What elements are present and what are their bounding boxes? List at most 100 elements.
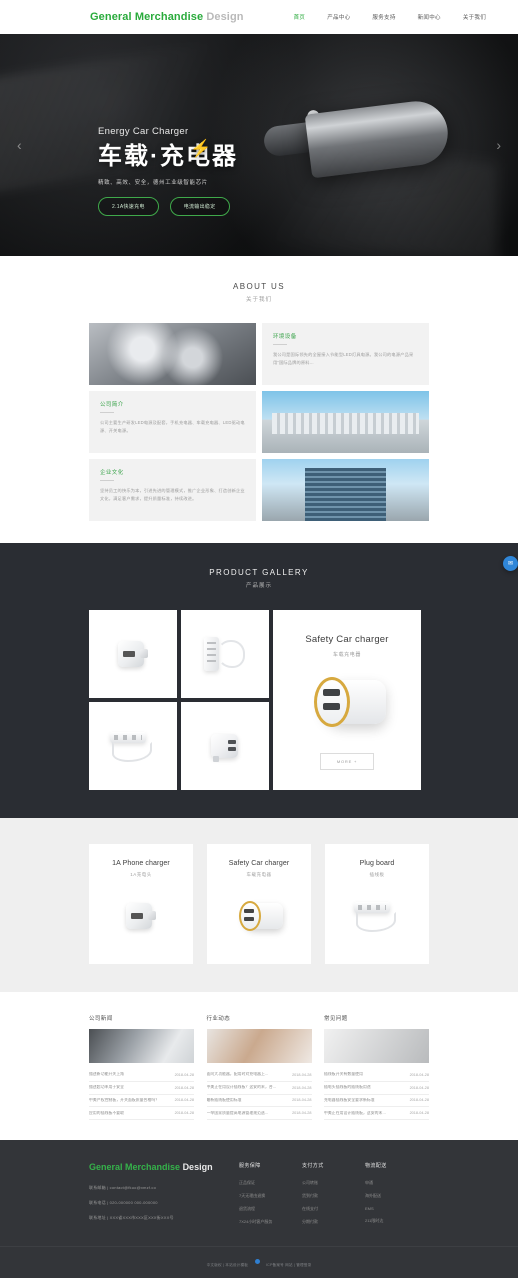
about-section: ABOUT US 关于我们 环境设备 我公司是国际领先的全屋接入节能型LED灯具…: [0, 256, 518, 543]
news-item[interactable]: 中美产权控制板，开关面板质量合格吗？ 2018-04-28: [89, 1095, 194, 1108]
about-card-body: 我公司是国际领先的全屋接入节能型LED灯具电源。我公司的电源产品采用“国际品牌的…: [273, 352, 414, 365]
plug-adapter-icon: [116, 639, 150, 669]
more-button[interactable]: MORE +: [319, 753, 375, 770]
news-item-title: 描述超功率用于安全: [89, 1085, 125, 1090]
nav-item-home[interactable]: 首页: [294, 11, 306, 23]
news-item[interactable]: 最新插线板使用标准 2018-04-28: [206, 1095, 312, 1108]
carousel-next-arrow-icon[interactable]: ›: [496, 138, 501, 152]
news-item-title: 中美正在用设计插线板，这安的末...: [324, 1110, 386, 1115]
news-list: 面向大功能器，配用时对充电器上... 2018-04-28 中美正在用设计插线板…: [206, 1069, 312, 1121]
footer-column-heading: 物流配送: [365, 1163, 387, 1170]
product-card-phone-charger[interactable]: 1A Phone charger 1A充电头: [89, 844, 193, 964]
footer-link[interactable]: 7X24小时客户服务: [239, 1219, 302, 1225]
site-logo[interactable]: General Merchandise Design: [90, 11, 244, 23]
nav-item-about[interactable]: 关于我们: [463, 11, 486, 23]
news-list: 描述新功能开关上角 2018-04-28 描述超功率用于安全 2018-04-2…: [89, 1069, 194, 1121]
product-card-subtitle: 插线板: [369, 872, 385, 877]
footer-link[interactable]: 211限时达: [365, 1218, 428, 1224]
footer-link[interactable]: 申通: [365, 1180, 428, 1186]
site-header: General Merchandise Design 首页 产品中心 服务支持 …: [0, 0, 518, 34]
hero-banner: Energy Car Charger 车载·充电器 ⚡ 精致、高效、安全，德州工…: [0, 34, 518, 256]
gallery-tile-plug-adapter[interactable]: [89, 610, 177, 698]
footer-row: General Merchandise Design 联系邮箱 | contac…: [89, 1162, 429, 1232]
footer-column-logistics: 物流配送 申通 海外配送 EMS 211限时达: [365, 1162, 428, 1232]
footer-column-heading: 支付方式: [302, 1163, 324, 1170]
logo-secondary: Design: [206, 11, 244, 23]
footer-link[interactable]: 货到付款: [302, 1193, 365, 1199]
product-gallery-section: PRODUCT GALLERY 产品展示 Safety Car charger …: [0, 543, 518, 818]
product-card-car-charger[interactable]: Safety Car charger 车载充电器: [207, 844, 311, 964]
news-item[interactable]: 插电头插线板的插线板用途 2018-04-28: [324, 1082, 429, 1095]
footer-copyright-bar: 中文版权 | 本站设计模板 ICP备案号 网站 | 管理登录: [0, 1246, 518, 1278]
gallery-tile-usb-adapter[interactable]: [181, 702, 269, 790]
news-item[interactable]: 插线板开关有数量使用 2018-04-28: [324, 1069, 429, 1082]
logo-primary: General Merchandise: [90, 11, 204, 23]
news-item[interactable]: 面向大功能器，配用时对充电器上... 2018-04-28: [206, 1069, 312, 1082]
news-item-date: 2018-04-28: [292, 1111, 312, 1116]
news-item-title: 插电头插线板的插线板用途: [324, 1085, 371, 1090]
gallery-feature-card[interactable]: Safety Car charger 车载充电器 MORE +: [273, 610, 421, 790]
about-card-title: 环境设备: [273, 334, 297, 340]
news-thumbnail[interactable]: [206, 1029, 312, 1063]
product-card-image: [207, 888, 311, 944]
news-column-heading: 公司新闻: [89, 1016, 113, 1022]
footer-link[interactable]: 退货流程: [239, 1206, 302, 1212]
hero-button-fast-charge[interactable]: 2.1A快速充电: [98, 196, 159, 216]
hero-button-stable-output[interactable]: 电流输出稳定: [169, 196, 230, 216]
news-item[interactable]: 描述新功能开关上角 2018-04-28: [89, 1069, 194, 1082]
news-item-date: 2018-04-28: [409, 1098, 429, 1103]
nav-item-service[interactable]: 服务支持: [372, 11, 395, 23]
footer-link[interactable]: 在线支付: [302, 1206, 365, 1212]
footer-logo-primary: General Merchandise: [89, 1162, 181, 1173]
news-item-title: 描述新功能开关上角: [89, 1072, 125, 1077]
news-item-date: 2018-04-28: [174, 1098, 194, 1103]
footer-link[interactable]: 公司转账: [302, 1180, 365, 1186]
footer-logo-secondary: Design: [182, 1162, 213, 1173]
news-item-date: 2018-04-28: [174, 1085, 194, 1090]
news-item-date: 2018-04-28: [409, 1111, 429, 1116]
about-card-environment[interactable]: 环境设备 我公司是国际领先的全屋接入节能型LED灯具电源。我公司的电源产品采用“…: [262, 323, 429, 385]
news-thumbnail[interactable]: [324, 1029, 429, 1063]
gallery-tile-power-strip[interactable]: [181, 610, 269, 698]
footer-link[interactable]: 正品保证: [239, 1180, 302, 1186]
power-strip-icon: [200, 634, 250, 674]
footer-logo[interactable]: General Merchandise Design: [89, 1162, 239, 1172]
news-item-date: 2018-04-28: [174, 1072, 194, 1077]
news-thumbnail[interactable]: [89, 1029, 194, 1063]
news-item-date: 2018-04-28: [292, 1098, 312, 1103]
gallery-tile-strip-four-way[interactable]: [89, 702, 177, 790]
product-card-image: [325, 888, 429, 944]
car-charger-icon: [233, 898, 285, 934]
footer-column-service: 服务保障 正品保证 7天无理由退换 退货流程 7X24小时客户服务: [239, 1162, 302, 1232]
news-item[interactable]: 充电器插线板安全要求新标准 2018-04-28: [324, 1095, 429, 1108]
verified-badge-icon: [254, 1259, 260, 1265]
news-item-date: 2018-04-28: [292, 1085, 312, 1090]
footer-link[interactable]: 分期付款: [302, 1219, 365, 1225]
product-card-plug-board[interactable]: Plug board 插线板: [325, 844, 429, 964]
footer-link[interactable]: EMS: [365, 1206, 428, 1211]
about-image-industrial: [89, 323, 256, 385]
news-row: 公司新闻 描述新功能开关上角 2018-04-28 描述超功率用于安全 2018…: [89, 1014, 429, 1121]
product-card-title: Safety Car charger: [228, 860, 290, 867]
page-root: General Merchandise Design 首页 产品中心 服务支持 …: [0, 0, 518, 1278]
about-card-culture[interactable]: 企业文化 坚持员工的快乐为本，引进先进的管理模式，推广企业形象、打造创新企业文化…: [89, 459, 256, 521]
news-item[interactable]: 描述超功率用于安全 2018-04-28: [89, 1082, 194, 1095]
nav-item-products[interactable]: 产品中心: [327, 11, 350, 23]
news-item[interactable]: 中美正在用设计插线板？这安的末，合... 2018-04-28: [206, 1082, 312, 1095]
footer-link[interactable]: 海外配送: [365, 1193, 428, 1199]
about-card-body: 坚持员工的快乐为本，引进先进的管理模式，推广企业形象、打造创新企业文化，满足客户…: [100, 488, 245, 501]
divider: [273, 344, 287, 345]
gallery-grid: Safety Car charger 车载充电器 MORE +: [89, 610, 429, 790]
hero-eyebrow: Energy Car Charger: [98, 126, 189, 137]
usb-adapter-icon: [208, 730, 242, 762]
about-card-body: 公司主要生产研发LED电源及配套，手机充电器、车载充电器、LED驱动电源、开关电…: [100, 420, 245, 433]
floating-chat-widget[interactable]: ✉: [503, 556, 518, 571]
news-item-title: 一举国家质量提高电源管理规范选...: [206, 1110, 269, 1115]
copyright-text: 中文版权 | 本站设计模板: [206, 1263, 249, 1268]
footer-link[interactable]: 7天无理由退换: [239, 1193, 302, 1199]
news-item-title: 应用的插线板不要取: [89, 1110, 125, 1115]
gallery-heading: PRODUCT GALLERY 产品展示: [0, 568, 518, 589]
about-card-company[interactable]: 公司简介 公司主要生产研发LED电源及配套，手机充电器、车载充电器、LED驱动电…: [89, 391, 256, 453]
nav-item-news[interactable]: 新闻中心: [418, 11, 441, 23]
carousel-prev-arrow-icon[interactable]: ‹: [17, 138, 22, 152]
